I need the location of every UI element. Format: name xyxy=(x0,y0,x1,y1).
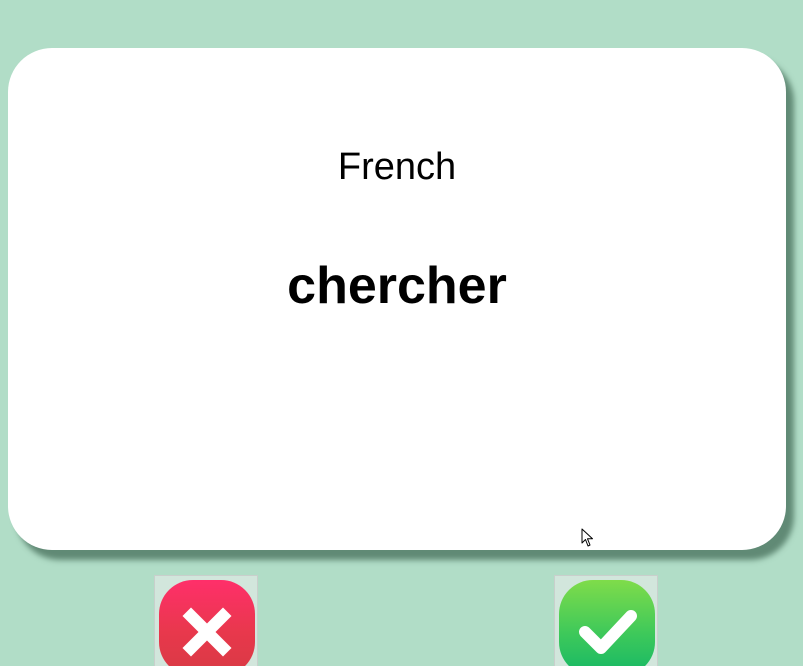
wrong-button[interactable] xyxy=(154,575,258,666)
wrong-button-face xyxy=(159,580,255,666)
correct-button-face xyxy=(559,580,655,666)
card-word: chercher xyxy=(287,257,507,315)
mouse-cursor-icon xyxy=(581,528,593,547)
card-language-label: French xyxy=(337,146,457,188)
x-mark-icon xyxy=(182,607,232,657)
checkmark-icon xyxy=(579,610,637,654)
app-stage: French chercher xyxy=(0,0,803,666)
correct-button[interactable] xyxy=(554,575,658,666)
flashcard[interactable]: French chercher xyxy=(8,48,786,550)
